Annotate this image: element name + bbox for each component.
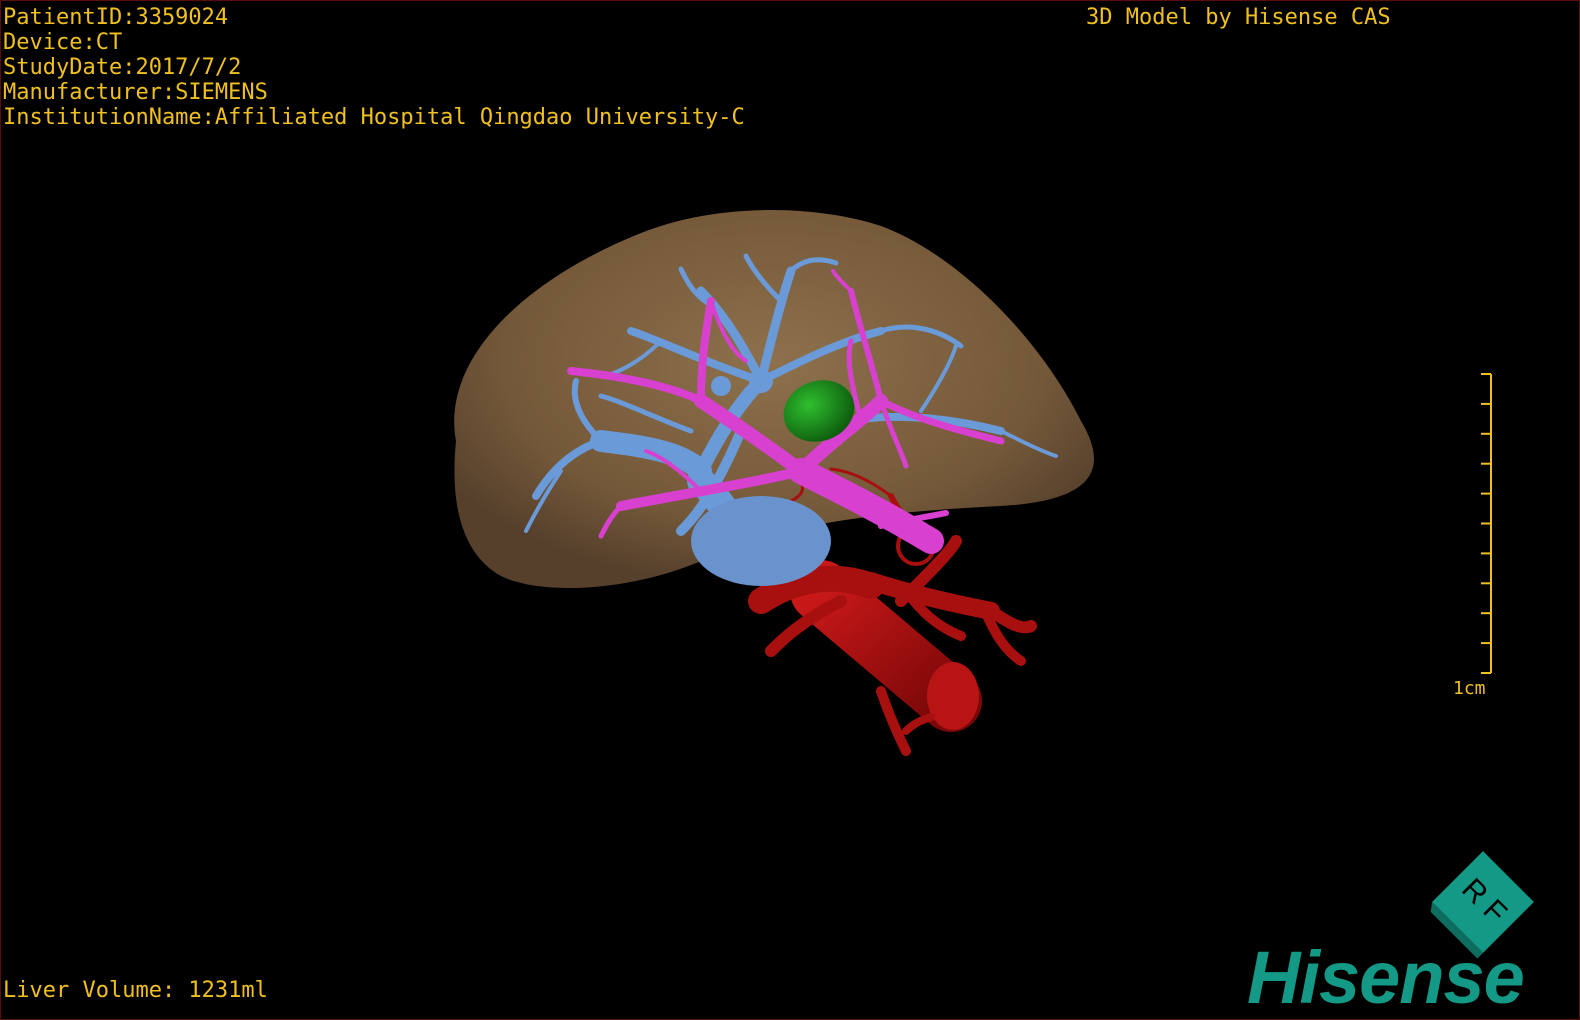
institution-text: InstitutionName:Affiliated Hospital Qing…: [3, 105, 745, 130]
hisense-logo: Hisense: [1247, 936, 1525, 1019]
3d-viewport[interactable]: PatientID:3359024 Device:CT StudyDate:20…: [0, 0, 1580, 1020]
liver-3d-model[interactable]: [1, 1, 1579, 1019]
scale-bar-icon: [1481, 373, 1492, 674]
scale-label: 1cm: [1453, 678, 1486, 699]
model-title: 3D Model by Hisense CAS: [1086, 5, 1391, 30]
manufacturer-text: Manufacturer:SIEMENS: [3, 80, 268, 105]
patient-id-text: PatientID:3359024: [3, 5, 229, 30]
study-date-text: StudyDate:2017/7/2: [3, 55, 242, 80]
liver-volume-text: Liver Volume: 1231ml: [3, 978, 268, 1003]
device-text: Device:CT: [3, 30, 123, 55]
